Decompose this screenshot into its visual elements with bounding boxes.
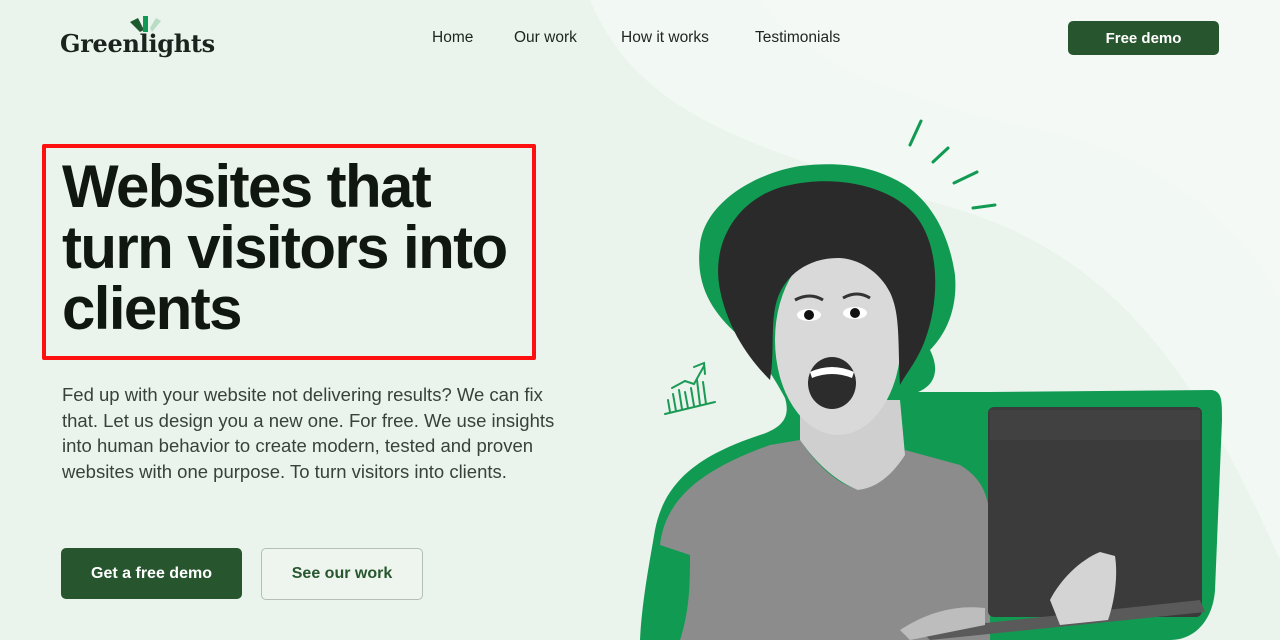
nav-testimonials[interactable]: Testimonials	[755, 29, 840, 47]
logo[interactable]: Greenlights	[60, 14, 215, 58]
person-outline-shape	[640, 164, 1222, 640]
laptop	[988, 407, 1202, 617]
free-demo-button[interactable]: Free demo	[1068, 21, 1219, 55]
neck	[800, 400, 905, 490]
greenlight-rays-icon	[130, 16, 161, 32]
hero-title: Websites that turn visitors into clients	[62, 153, 508, 342]
mouth	[808, 357, 856, 409]
shirt	[660, 440, 990, 640]
nav-how-it-works[interactable]: How it works	[621, 29, 709, 47]
hand	[1050, 552, 1117, 625]
growth-chart-icon	[664, 361, 716, 415]
nav-home[interactable]: Home	[432, 29, 473, 47]
excitement-lines-icon	[908, 119, 997, 210]
nav-our-work[interactable]: Our work	[514, 29, 577, 47]
get-free-demo-button[interactable]: Get a free demo	[61, 548, 242, 599]
hair	[718, 181, 936, 385]
see-our-work-button[interactable]: See our work	[261, 548, 423, 600]
face	[775, 245, 901, 435]
hero-description: Fed up with your website not delivering …	[62, 384, 555, 482]
